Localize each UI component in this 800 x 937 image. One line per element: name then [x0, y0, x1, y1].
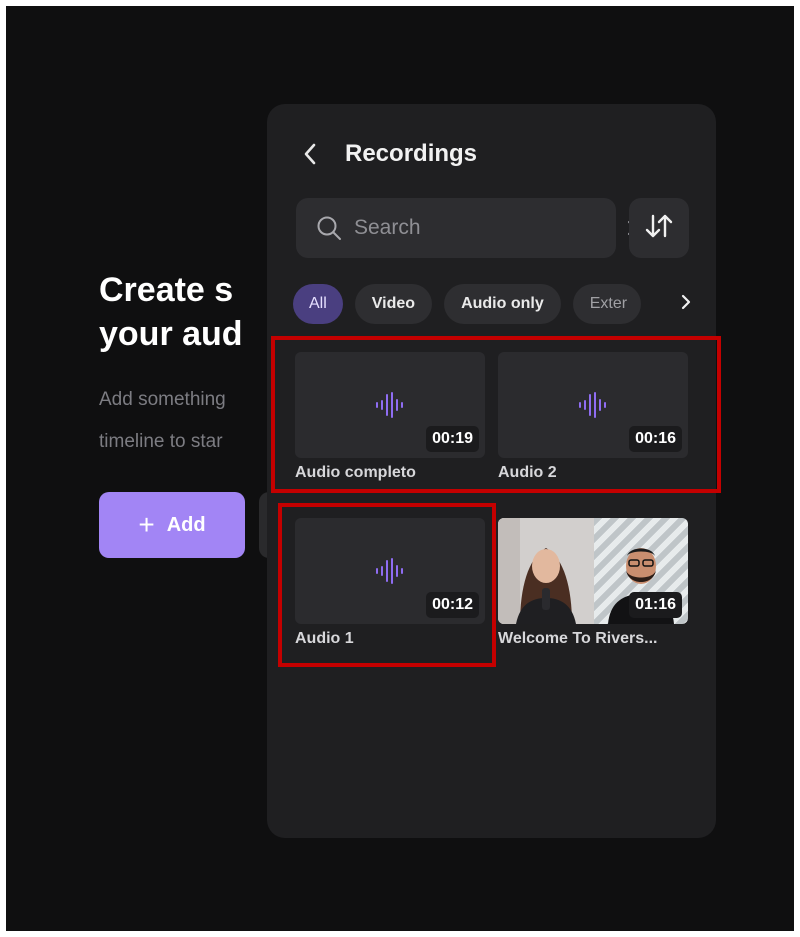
recording-thumbnail: 00:16: [498, 352, 688, 458]
recording-card[interactable]: 00:19 Audio completo: [295, 352, 485, 482]
plus-icon: +: [138, 509, 155, 540]
panel-title: Recordings: [345, 140, 478, 167]
recording-thumbnail: 00:12: [295, 518, 485, 624]
duration-badge: 00:16: [629, 426, 682, 452]
recording-name: Audio 1: [295, 630, 354, 647]
recordings-panel: Recordings All Video Audio only Exter: [267, 104, 716, 838]
recording-name: Audio 2: [498, 464, 557, 481]
filter-chips: All Video Audio only Exter: [293, 284, 705, 324]
search-input[interactable]: [352, 215, 627, 241]
video-thumbnail: 01:16: [498, 518, 688, 624]
filter-chip-external[interactable]: Exter: [572, 284, 642, 324]
back-chevron-icon[interactable]: [303, 142, 321, 166]
sort-button[interactable]: [629, 198, 689, 258]
recording-name: Audio completo: [295, 464, 416, 481]
chevron-right-icon: [681, 294, 691, 315]
duration-badge: 00:12: [426, 592, 479, 618]
search-box[interactable]: [296, 198, 642, 258]
waveform-icon: [376, 558, 403, 584]
recording-thumbnail: 00:19: [295, 352, 485, 458]
panel-header: Recordings: [303, 134, 477, 174]
duration-badge: 01:16: [629, 592, 682, 618]
search-icon: [316, 214, 342, 242]
recording-card[interactable]: 00:16 Audio 2: [498, 352, 688, 482]
scroll-filters-right[interactable]: [645, 284, 705, 324]
video-participant-left: [498, 518, 594, 624]
duration-badge: 00:19: [426, 426, 479, 452]
filter-chip-audio-only[interactable]: Audio only: [444, 284, 561, 324]
add-button[interactable]: + Add: [99, 492, 245, 558]
sort-icon: [644, 213, 674, 244]
filter-chip-video[interactable]: Video: [354, 284, 433, 324]
app-stage: Create s your aud Add something timeline…: [6, 6, 794, 931]
recording-card[interactable]: 01:16 Welcome To Rivers...: [498, 518, 688, 648]
person-avatar-icon: [498, 518, 594, 624]
recording-name: Welcome To Rivers...: [498, 630, 658, 647]
add-button-label: Add: [166, 513, 206, 536]
waveform-icon: [579, 392, 606, 418]
waveform-icon: [376, 392, 403, 418]
recording-card[interactable]: 00:12 Audio 1: [295, 518, 485, 648]
filter-chip-all[interactable]: All: [293, 284, 343, 324]
